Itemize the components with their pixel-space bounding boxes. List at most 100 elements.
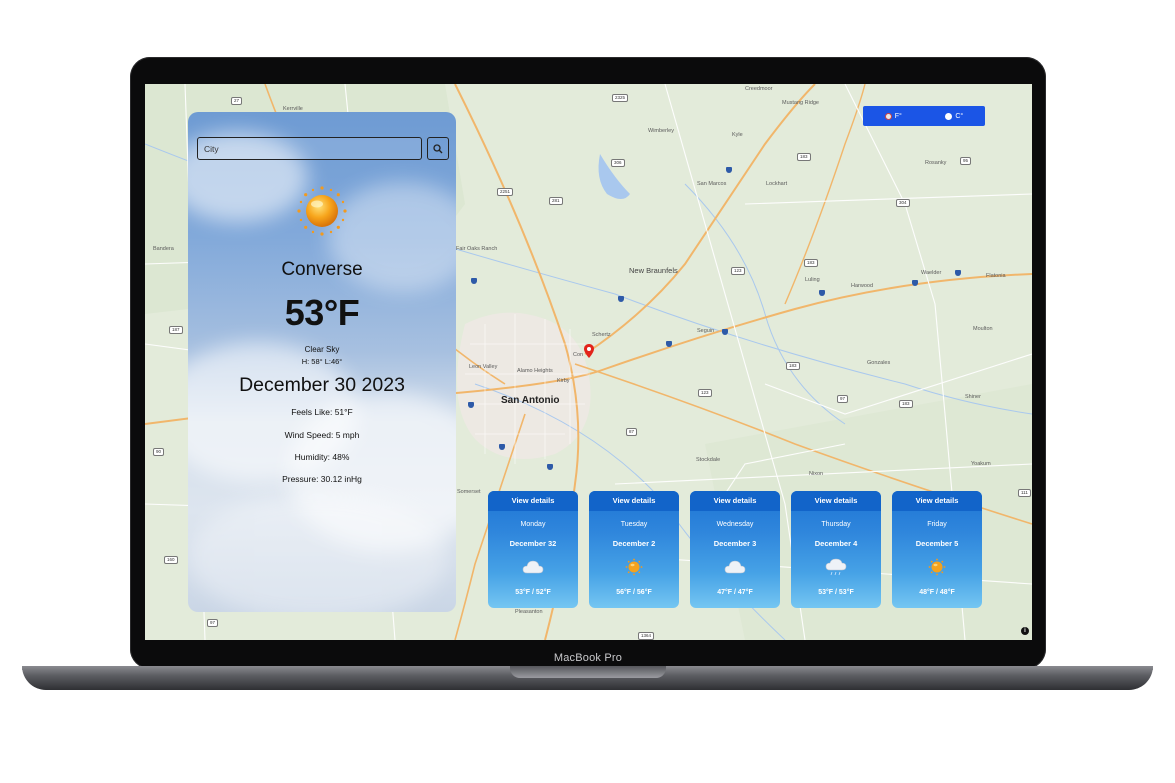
highway-shield: 123	[698, 389, 712, 397]
search-button[interactable]	[427, 137, 449, 160]
highway-shield: 87	[626, 428, 638, 436]
map-label-luling: Luling	[805, 277, 820, 283]
pressure: Pressure: 30.12 inHg	[282, 474, 362, 484]
map-label-fair-oaks-ranch: Fair Oaks Ranch	[456, 246, 498, 252]
feels-like: Feels Like: 51°F	[291, 407, 353, 417]
map-info-button[interactable]: i	[1021, 627, 1029, 635]
map-label-lockhart: Lockhart	[766, 181, 788, 187]
interstate-shield	[547, 464, 553, 470]
map-label-mustang-ridge: Mustang Ridge	[782, 100, 819, 106]
highway-shield: 304	[896, 199, 910, 207]
highway-shield: 27	[231, 97, 243, 105]
highway-shield: 2325	[612, 94, 629, 102]
map-label-new-braunfels: New Braunfels	[629, 266, 678, 275]
current-temperature: 53°F	[284, 292, 360, 333]
forecast-day: Thursday	[821, 521, 851, 528]
view-details-button[interactable]: View details	[791, 491, 881, 511]
current-hi-lo: H: 58° L:46°	[301, 357, 343, 366]
highway-shield: 97	[837, 395, 849, 403]
highway-shield: 183	[797, 153, 811, 161]
celsius-option[interactable]: C°	[945, 112, 964, 120]
fahrenheit-option[interactable]: F°	[884, 112, 902, 120]
interstate-shield	[955, 270, 961, 276]
map-label-somerset: Somerset	[457, 489, 481, 495]
current-weather-panel: City Converse 53°F Clear Sky H: 58° L:46…	[188, 112, 456, 612]
view-details-button[interactable]: View details	[488, 491, 578, 511]
forecast-card-tuesday: View details Tuesday December 2 56°F / 5…	[589, 491, 679, 608]
map-label-shiner: Shiner	[965, 394, 981, 400]
forecast-date: December 3	[713, 539, 757, 548]
highway-shield: 187	[169, 326, 183, 334]
city-search-input[interactable]: City	[197, 137, 422, 160]
map-label-nixon: Nixon	[809, 471, 824, 477]
view-details-button[interactable]: View details	[589, 491, 679, 511]
location-pin-icon[interactable]	[584, 344, 594, 358]
forecast-date: December 2	[612, 539, 656, 548]
forecast-date: December 5	[915, 539, 959, 548]
map-label-san-antonio: San Antonio	[501, 395, 560, 406]
forecast-temps: 56°F / 56°F	[616, 589, 652, 596]
map-label-stockdale: Stockdale	[696, 457, 721, 463]
interstate-shield	[618, 296, 624, 302]
forecast-day: Tuesday	[620, 521, 648, 528]
highway-shield: 90	[153, 448, 165, 456]
forecast-date: December 4	[814, 539, 858, 548]
interstate-shield	[912, 280, 918, 286]
interstate-shield	[471, 278, 477, 284]
forecast-card-friday: View details Friday December 5 48°F / 48…	[892, 491, 982, 608]
current-date: December 30 2023	[239, 374, 405, 396]
map-label-yoakum: Yoakum	[971, 461, 991, 467]
map-label-rosanky: Rosanky	[925, 160, 947, 166]
interstate-shield	[499, 444, 505, 450]
map-label-san-marcos: San Marcos	[697, 181, 727, 187]
highway-shield: 97	[207, 619, 219, 627]
highway-shield: 123	[731, 267, 745, 275]
forecast-card-monday: View details Monday December 32 53°F / 5…	[488, 491, 578, 608]
map-label-converse: Con	[573, 352, 584, 358]
fahrenheit-radio[interactable]	[884, 112, 892, 120]
unit-toggle: F° C°	[863, 106, 985, 126]
cloud-decoration	[188, 492, 448, 612]
map-label-leon-valley: Leon Valley	[469, 364, 498, 370]
interstate-shield	[722, 329, 728, 335]
highway-shield: 95	[960, 157, 972, 165]
sun-icon	[928, 558, 946, 576]
search-placeholder: City	[204, 143, 219, 154]
search-icon	[433, 143, 443, 153]
map-label-moulton: Moulton	[973, 326, 993, 332]
interstate-shield	[666, 341, 672, 347]
map-label-seguin: Seguin	[697, 328, 715, 334]
screen: San Antonio New Braunfels Seguin Kerrvil…	[145, 84, 1032, 640]
forecast-date: December 32	[509, 539, 557, 548]
celsius-radio[interactable]	[945, 112, 953, 120]
highway-shield: 1364	[638, 632, 655, 640]
map-label-wimberley: Wimberley	[648, 128, 674, 134]
laptop-chin: MacBook Pro	[131, 652, 1045, 668]
highway-shield: 111	[1018, 489, 1031, 497]
view-details-button[interactable]: View details	[892, 491, 982, 511]
celsius-label: C°	[955, 112, 964, 120]
interstate-shield	[726, 167, 732, 173]
forecast-temps: 53°F / 53°F	[818, 589, 854, 596]
device-label: MacBook Pro	[553, 652, 623, 664]
map-label-creedmoor: Creedmoor	[745, 86, 773, 92]
wind-speed: Wind Speed: 5 mph	[284, 430, 360, 440]
fahrenheit-label: F°	[894, 112, 902, 120]
forecast-day: Monday	[520, 521, 546, 528]
highway-shield: 183	[786, 362, 800, 370]
cloud-icon	[724, 560, 746, 574]
interstate-shield	[468, 402, 474, 408]
map-label-alamo-heights: Alamo Heights	[517, 368, 553, 374]
map-label-kirby: Kirby	[557, 378, 570, 384]
highway-shield: 306	[611, 159, 625, 167]
map-label-gonzales: Gonzales	[867, 360, 891, 366]
map-label-bandera: Bandera	[153, 246, 174, 252]
map-label-flatonia: Flatonia	[986, 273, 1006, 279]
highway-shield: 281	[549, 197, 563, 205]
forecast-card-thursday: View details Thursday December 4 53°F / …	[791, 491, 881, 608]
highway-shield: 183	[804, 259, 818, 267]
map-label-schertz: Schertz	[592, 332, 611, 338]
view-details-button[interactable]: View details	[690, 491, 780, 511]
current-city: Converse	[281, 259, 363, 280]
forecast-temps: 47°F / 47°F	[717, 589, 753, 596]
